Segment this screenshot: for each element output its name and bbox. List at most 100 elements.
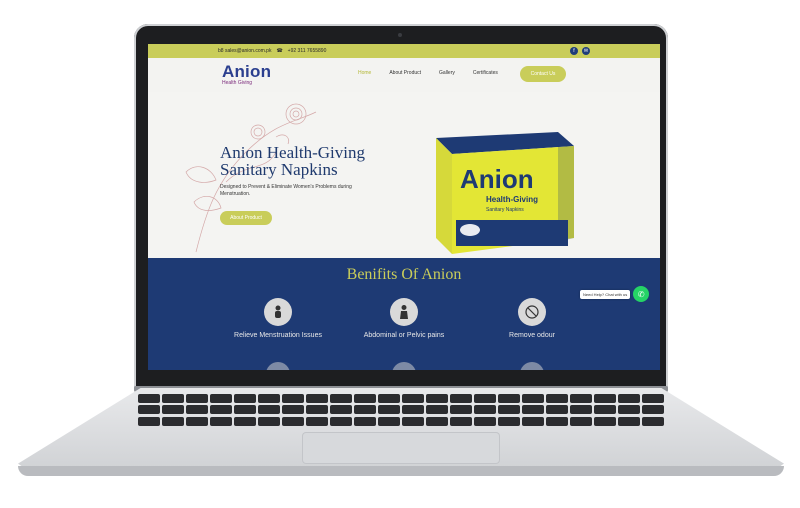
main-nav: Home About Product Gallery Certificates xyxy=(358,70,498,76)
nav-about-product[interactable]: About Product xyxy=(389,70,421,76)
keyboard-key xyxy=(474,405,496,415)
keyboard-key xyxy=(378,394,400,403)
whatsapp-icon[interactable]: ✆ xyxy=(633,286,650,302)
keyboard-key xyxy=(306,405,328,415)
keyboard-key xyxy=(522,394,544,403)
keyboard-key xyxy=(618,394,640,403)
camera-icon xyxy=(398,33,402,37)
keyboard-key xyxy=(522,405,544,415)
site-header: Anion Health Giving Home About Product G… xyxy=(148,58,660,92)
keyboard-key xyxy=(570,405,592,415)
keyboard-key xyxy=(138,416,160,426)
site-logo[interactable]: Anion Health Giving xyxy=(222,62,271,86)
keyboard-key xyxy=(162,405,184,415)
keyboard-key xyxy=(330,405,352,415)
logo-name: Anion xyxy=(222,62,272,81)
keyboard-key xyxy=(570,416,592,426)
benefit-item: Remove odour xyxy=(462,298,602,339)
benefit-label: Remove odour xyxy=(509,332,555,339)
laptop-base-edge xyxy=(18,466,784,476)
keyboard-key xyxy=(594,405,616,415)
topbar-phone[interactable]: +92 311 7655890 xyxy=(288,48,327,54)
keyboard-key xyxy=(186,405,208,415)
keyboard-key xyxy=(402,394,424,403)
menstruation-relief-icon xyxy=(264,298,292,326)
keyboard-key xyxy=(234,416,256,426)
keyboard-key xyxy=(282,405,304,415)
keyboard-key xyxy=(498,416,520,426)
keyboard-key xyxy=(258,394,280,403)
nav-home[interactable]: Home xyxy=(358,70,371,76)
keyboard-key xyxy=(138,394,160,403)
benefit-item: Relieve Menstruation Issues xyxy=(208,298,348,339)
keyboard-key xyxy=(306,394,328,403)
benefits-title: Benifits Of Anion xyxy=(346,266,462,283)
keyboard-key xyxy=(258,405,280,415)
keyboard-key xyxy=(330,416,352,426)
keyboard-key xyxy=(210,405,232,415)
keyboard-key xyxy=(498,405,520,415)
keyboard-key xyxy=(618,416,640,426)
keyboard-key xyxy=(378,405,400,415)
keyboard-key xyxy=(546,394,568,403)
keyboard-key xyxy=(354,416,376,426)
keyboard-key xyxy=(642,416,664,426)
keyboard-key xyxy=(450,405,472,415)
topbar-email[interactable]: b8 sales@anion.com.pk xyxy=(218,48,271,54)
keyboard-key xyxy=(426,405,448,415)
keyboard xyxy=(138,394,664,426)
keyboard-key xyxy=(546,405,568,415)
keyboard-key xyxy=(594,416,616,426)
keyboard-key xyxy=(642,394,664,403)
keyboard-key xyxy=(426,394,448,403)
keyboard-key xyxy=(210,416,232,426)
odour-removal-icon xyxy=(518,298,546,326)
keyboard-key xyxy=(186,394,208,403)
about-product-button[interactable]: About Product xyxy=(220,211,272,225)
benefit-label: Abdominal or Pelvic pains xyxy=(363,332,445,339)
product-package-image: Anion Health-Giving Sanitary Napkins xyxy=(436,132,574,254)
keyboard-key xyxy=(282,416,304,426)
hero-section: Anion Health-Giving Sanitary Napkins Des… xyxy=(148,92,660,258)
benefit-icon-partial xyxy=(520,362,544,370)
keyboard-key xyxy=(234,394,256,403)
benefit-label: Relieve Menstruation Issues xyxy=(234,332,322,339)
whatsapp-label[interactable]: Need Help? Chat with us xyxy=(580,289,631,299)
hero-description: Designed to Prevent & Eliminate Women's … xyxy=(220,184,352,197)
package-sub: Sanitary Napkins xyxy=(486,207,524,213)
benefit-icon-partial xyxy=(392,362,416,370)
keyboard-key xyxy=(474,416,496,426)
mail-icon[interactable]: ✉ xyxy=(582,47,590,55)
keyboard-key xyxy=(234,405,256,415)
benefit-item: Abdominal or Pelvic pains xyxy=(334,298,474,339)
hero-title: Anion Health-Giving Sanitary Napkins xyxy=(220,143,365,179)
nav-certificates[interactable]: Certificates xyxy=(473,70,498,76)
benefit-icon-partial xyxy=(266,362,290,370)
keyboard-key xyxy=(450,416,472,426)
contact-us-button[interactable]: Contact Us xyxy=(520,66,566,82)
keyboard-key xyxy=(498,394,520,403)
keyboard-key xyxy=(282,394,304,403)
benefits-section: Benifits Of Anion Relieve Menstruation I… xyxy=(148,258,660,370)
keyboard-key xyxy=(162,416,184,426)
keyboard-key xyxy=(474,394,496,403)
keyboard-key xyxy=(522,416,544,426)
top-contact-bar: b8 sales@anion.com.pk ☎ +92 311 7655890 … xyxy=(148,44,660,58)
keyboard-key xyxy=(186,416,208,426)
phone-icon: ☎ xyxy=(276,48,283,54)
keyboard-key xyxy=(330,394,352,403)
keyboard-key xyxy=(402,405,424,415)
nav-gallery[interactable]: Gallery xyxy=(439,70,455,76)
keyboard-key xyxy=(402,416,424,426)
keyboard-key xyxy=(378,416,400,426)
keyboard-key xyxy=(258,416,280,426)
whatsapp-widget[interactable]: Need Help? Chat with us ✆ xyxy=(580,286,650,302)
keyboard-key xyxy=(426,416,448,426)
pelvic-pain-icon xyxy=(390,298,418,326)
package-line: Health-Giving xyxy=(486,195,538,204)
keyboard-key xyxy=(354,394,376,403)
keyboard-key xyxy=(162,394,184,403)
keyboard-key xyxy=(570,394,592,403)
package-brand: Anion xyxy=(460,164,534,194)
facebook-icon[interactable]: f xyxy=(570,47,578,55)
